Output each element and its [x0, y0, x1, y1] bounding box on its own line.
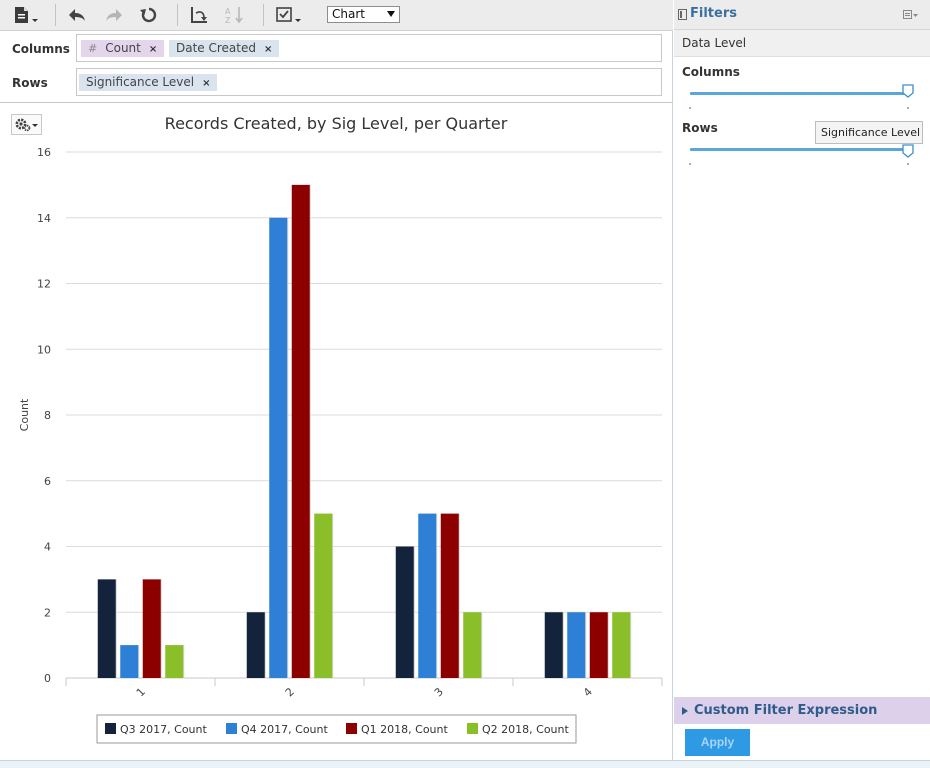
bar	[120, 645, 139, 678]
export-icon[interactable]	[10, 4, 42, 26]
checklist-icon[interactable]	[273, 4, 305, 26]
legend-swatch	[105, 723, 116, 734]
data-level-label: Data Level	[682, 36, 747, 50]
x-tick-label: 1	[134, 685, 148, 699]
filters-title: Filters	[690, 6, 737, 21]
bar	[544, 612, 563, 678]
bar	[165, 645, 184, 678]
custom-filter-label: Custom Filter Expression	[694, 703, 878, 718]
x-tick-label: 2	[283, 685, 297, 699]
bar	[440, 513, 459, 678]
columns-slider-track[interactable]	[690, 92, 911, 95]
x-tick-label: 3	[432, 685, 446, 699]
expand-arrow-icon	[682, 707, 688, 715]
collapse-panel-icon[interactable]	[678, 9, 687, 20]
y-tick-label: 8	[44, 409, 51, 422]
bar-chart: Records Created, by Sig Level, per Quart…	[18, 114, 663, 744]
y-axis-label: Count	[18, 398, 31, 431]
y-tick-label: 16	[37, 146, 51, 159]
y-tick-label: 10	[37, 343, 51, 356]
bar	[418, 513, 437, 678]
svg-text:Z: Z	[225, 16, 231, 25]
legend-entry: Q4 2017, Count	[241, 723, 328, 736]
measure-hash-icon: #	[88, 42, 98, 55]
apply-button[interactable]: Apply	[685, 729, 750, 756]
pill-label: Significance Level	[86, 75, 195, 89]
chart-title: Records Created, by Sig Level, per Quart…	[165, 114, 508, 133]
remove-icon[interactable]: ×	[149, 44, 157, 55]
bar	[314, 513, 333, 678]
legend-swatch	[226, 723, 237, 734]
columns-shelf-label: Columns	[12, 42, 70, 56]
rows-slider-track[interactable]	[690, 148, 911, 151]
y-tick-label: 2	[44, 606, 51, 619]
bar	[612, 612, 631, 678]
bar	[246, 612, 265, 678]
swap-axes-icon[interactable]	[186, 4, 212, 26]
legend-swatch	[346, 723, 357, 734]
y-tick-label: 12	[37, 278, 51, 291]
main-pane: A Z Chart Columns # Count × Date Created ×	[0, 0, 673, 760]
slider-tick	[907, 163, 909, 165]
row-pill-significance-level[interactable]: Significance Level ×	[79, 74, 218, 91]
legend-entry: Q2 2018, Count	[482, 723, 569, 736]
bar	[589, 612, 608, 678]
redo-icon[interactable]	[103, 4, 125, 26]
columns-slider-label: Columns	[682, 65, 740, 79]
slider-tick	[689, 163, 691, 165]
remove-icon[interactable]: ×	[202, 78, 210, 89]
y-tick-label: 0	[44, 672, 51, 685]
filters-header: Filters	[674, 0, 930, 30]
bar	[142, 579, 161, 678]
panel-menu-icon[interactable]	[903, 10, 919, 20]
svg-text:A: A	[225, 7, 231, 16]
slider-tick	[689, 107, 691, 109]
rows-shelf-label: Rows	[12, 76, 48, 90]
bar	[291, 184, 310, 678]
pill-label: Count	[105, 41, 141, 55]
toolbar-separator	[55, 4, 56, 26]
x-tick-label: 4	[581, 685, 595, 699]
y-tick-label: 14	[37, 212, 51, 225]
chevron-down-icon	[387, 11, 395, 17]
y-tick-label: 6	[44, 475, 51, 488]
columns-shelf[interactable]: # Count × Date Created ×	[76, 34, 662, 62]
bar	[395, 546, 414, 678]
slider-tick	[907, 107, 909, 109]
rows-slider-label: Rows	[682, 121, 718, 135]
view-type-select[interactable]: Chart	[327, 6, 400, 23]
toolbar-separator	[263, 4, 264, 26]
y-tick-label: 4	[44, 541, 51, 554]
pill-label: Date Created	[176, 41, 256, 55]
reset-icon[interactable]	[138, 4, 160, 26]
remove-icon[interactable]: ×	[264, 44, 272, 55]
columns-slider-handle[interactable]	[902, 84, 914, 98]
bottom-strip	[0, 760, 930, 768]
bar	[567, 612, 586, 678]
legend-entry: Q3 2017, Count	[120, 723, 207, 736]
toolbar-separator	[177, 4, 178, 26]
legend-swatch	[467, 723, 478, 734]
bar	[269, 217, 288, 678]
shelf-divider	[0, 102, 673, 103]
filters-pane: Filters Data Level Columns Rows Signific…	[674, 0, 930, 760]
view-type-value: Chart	[332, 7, 365, 21]
legend-entry: Q1 2018, Count	[361, 723, 448, 736]
bar	[463, 612, 482, 678]
rows-slider-handle[interactable]	[902, 144, 914, 158]
rows-shelf[interactable]: Significance Level ×	[76, 68, 662, 96]
slider-tooltip: Significance Level	[815, 121, 923, 144]
column-pill-date-created[interactable]: Date Created ×	[169, 40, 280, 57]
column-pill-count[interactable]: # Count ×	[81, 40, 165, 57]
data-level-bar: Data Level	[674, 30, 930, 57]
undo-icon[interactable]	[66, 4, 88, 26]
custom-filter-expression-header[interactable]: Custom Filter Expression	[674, 697, 930, 724]
bar	[97, 579, 116, 678]
sort-icon[interactable]: A Z	[222, 4, 248, 26]
toolbar: A Z Chart	[0, 0, 673, 31]
